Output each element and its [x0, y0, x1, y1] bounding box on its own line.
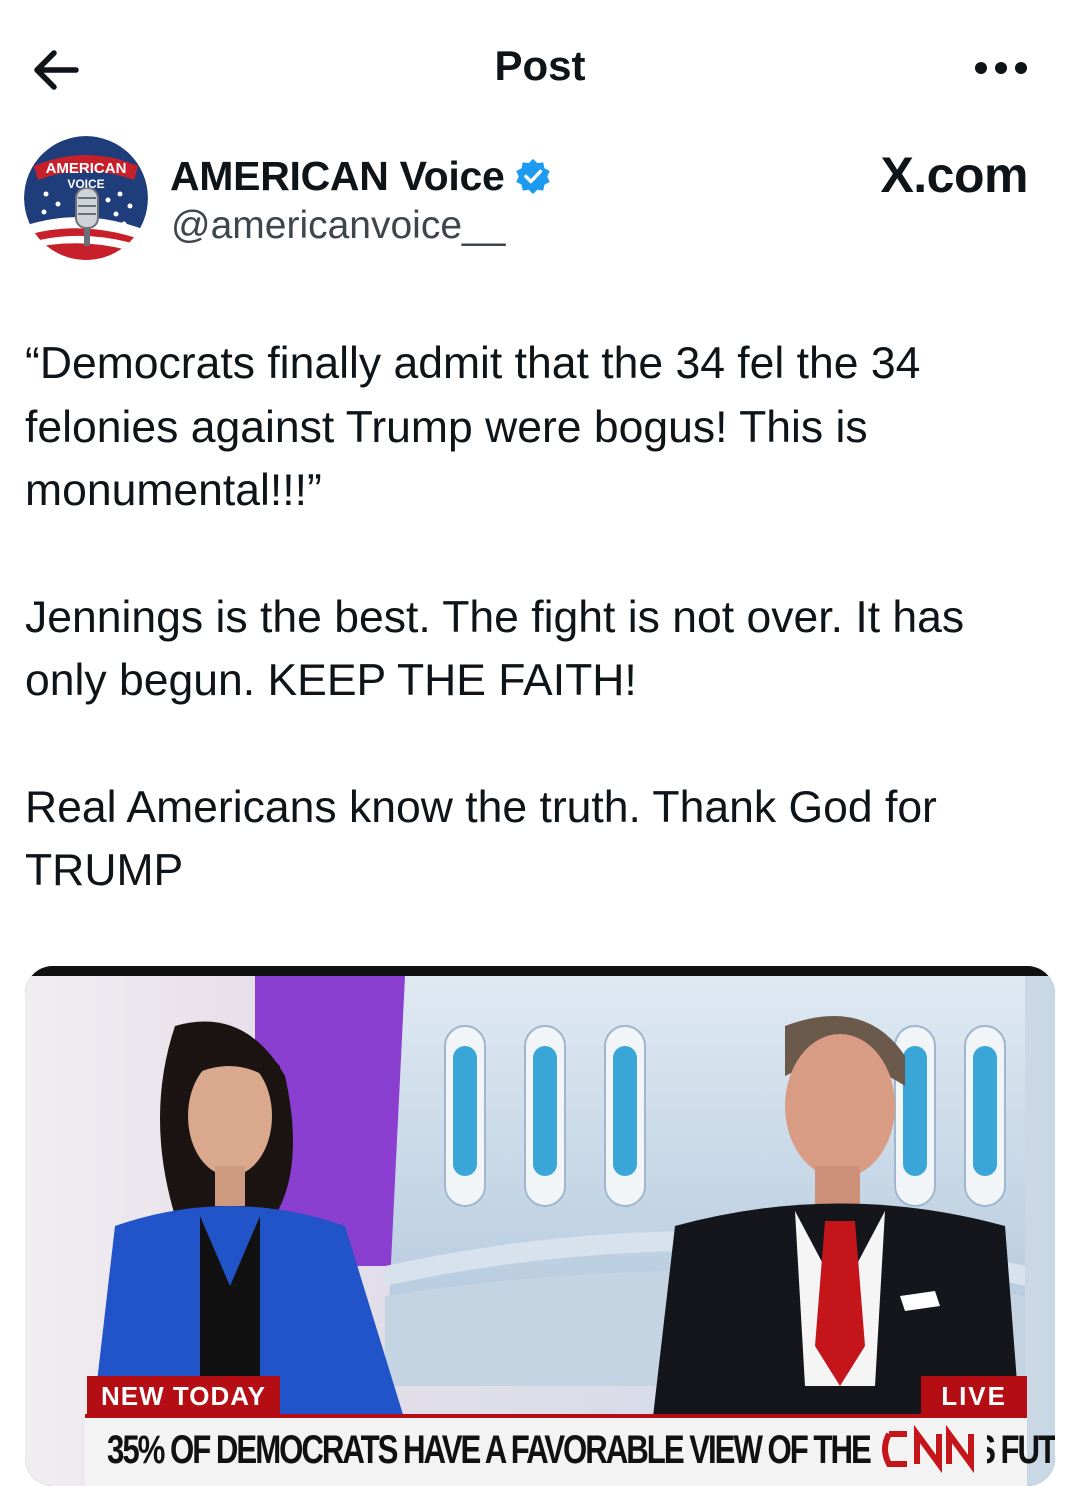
news-lower-third: NEW TODAY LIVE 35% OF DEMOCRATS HAVE A F…	[65, 1376, 1055, 1486]
post-paragraph: Real Americans know the truth. Thank God…	[25, 782, 937, 896]
post-paragraph: Jennings is the best. The fight is not o…	[25, 592, 965, 706]
post-video[interactable]: NEW TODAY LIVE 35% OF DEMOCRATS HAVE A F…	[25, 966, 1055, 1486]
post-text: “Democrats finally admit that the 34 fel…	[25, 332, 1035, 966]
more-button[interactable]	[966, 48, 1036, 88]
live-tag: LIVE	[921, 1376, 1027, 1414]
page-title: Post	[494, 42, 586, 89]
cnn-logo	[877, 1424, 987, 1474]
avatar[interactable]: AMERICAN VOICE	[24, 136, 148, 260]
source-watermark: X.com	[880, 147, 1028, 203]
author-name-row[interactable]: AMERICAN Voice	[170, 150, 552, 202]
verified-badge-icon	[516, 158, 551, 195]
post-paragraph: “Democrats finally admit that the 34 fel…	[25, 339, 921, 515]
svg-text:VOICE: VOICE	[67, 177, 104, 191]
more-horizontal-icon	[975, 62, 1027, 74]
top-bar: Post	[0, 0, 1080, 130]
author-display-name[interactable]: AMERICAN Voice	[170, 153, 505, 200]
new-today-tag: NEW TODAY	[87, 1376, 281, 1414]
svg-text:AMERICAN: AMERICAN	[46, 160, 127, 177]
post-author: AMERICAN VOICE AMERICAN Voice @americanv…	[24, 136, 1056, 266]
american-voice-logo: AMERICAN VOICE	[24, 136, 148, 260]
headline-bar: 35% OF DEMOCRATS HAVE A FAVORABLE VIEW O…	[85, 1414, 1055, 1486]
author-handle[interactable]: @americanvoice__	[171, 204, 505, 248]
